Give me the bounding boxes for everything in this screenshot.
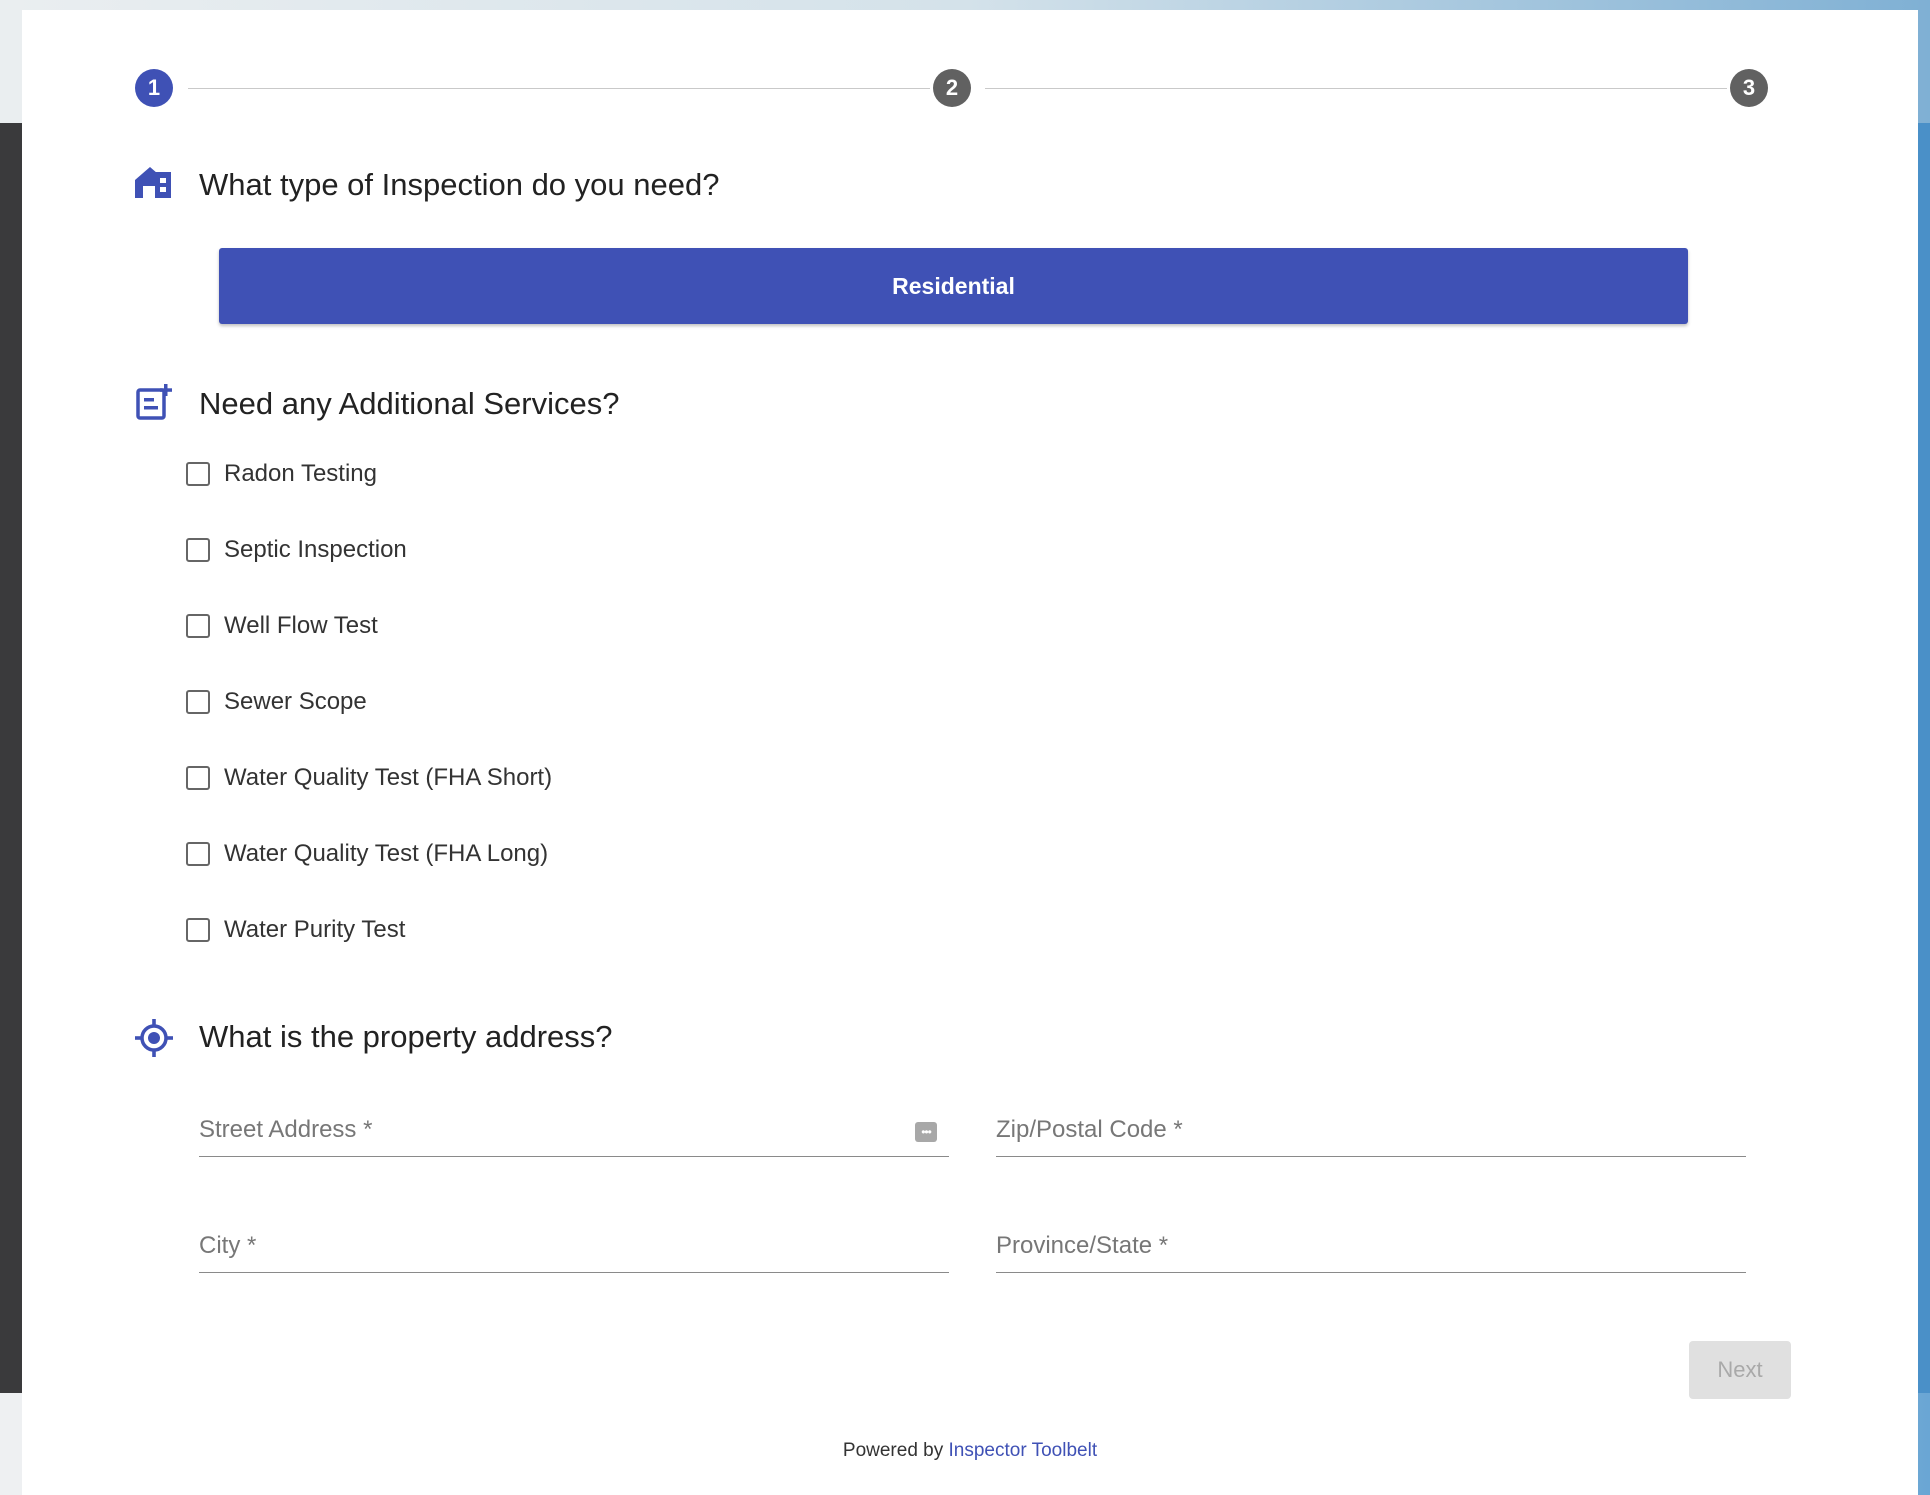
province-state-input[interactable]	[996, 1226, 1746, 1266]
footer-powered-by-text: Powered by	[842, 1440, 944, 1461]
service-option-label: Water Quality Test (FHA Long)	[224, 840, 549, 867]
checkbox[interactable]	[186, 690, 210, 714]
service-option-label: Water Quality Test (FHA Short)	[224, 764, 553, 791]
property-address-heading: What is the property address?	[199, 1019, 613, 1054]
service-option-label: Well Flow Test	[224, 612, 378, 639]
service-option-label: Water Purity Test	[224, 916, 406, 943]
inspector-toolbelt-link[interactable]: Inspector Toolbelt	[949, 1440, 1098, 1461]
service-option-sewer-scope[interactable]: Sewer Scope	[186, 682, 367, 722]
checkbox[interactable]	[186, 614, 210, 638]
street-address-input[interactable]	[199, 1110, 949, 1150]
booking-form-card: 1 2 3 What type of Inspection do you nee…	[22, 10, 1918, 1495]
step-3-indicator[interactable]: 3	[1730, 69, 1768, 107]
add-service-icon	[136, 384, 172, 420]
stepper-connector-1	[188, 88, 930, 89]
zip-postal-code-input[interactable]	[996, 1110, 1746, 1150]
checkbox[interactable]	[186, 766, 210, 790]
stepper-connector-2	[985, 88, 1727, 89]
additional-services-heading: Need any Additional Services?	[199, 386, 620, 421]
checkbox[interactable]	[186, 462, 210, 486]
inspection-type-heading: What type of Inspection do you need?	[199, 167, 720, 202]
residential-option-button[interactable]: Residential	[219, 248, 1688, 324]
service-option-well-flow-test[interactable]: Well Flow Test	[186, 606, 378, 646]
zip-postal-code-field	[996, 1097, 1746, 1157]
service-option-label: Septic Inspection	[224, 536, 407, 563]
step-2-number: 2	[945, 75, 959, 100]
service-option-label: Sewer Scope	[224, 688, 367, 715]
service-option-water-quality-fha-long[interactable]: Water Quality Test (FHA Long)	[186, 834, 548, 874]
step-2-indicator[interactable]: 2	[933, 69, 971, 107]
step-3-number: 3	[1742, 75, 1756, 100]
city-field	[199, 1213, 949, 1273]
page-background-left	[0, 123, 22, 1393]
province-state-field	[996, 1213, 1746, 1273]
autofill-icon[interactable]: •••	[915, 1122, 937, 1142]
service-option-septic-inspection[interactable]: Septic Inspection	[186, 530, 407, 570]
service-option-water-purity-test[interactable]: Water Purity Test	[186, 910, 405, 950]
service-option-label: Radon Testing	[224, 460, 377, 487]
location-target-icon	[135, 1019, 173, 1057]
checkbox[interactable]	[186, 842, 210, 866]
page-background-right	[1918, 123, 1930, 1393]
step-1-indicator[interactable]: 1	[135, 69, 173, 107]
footer: Powered by Inspector Toolbelt	[22, 1440, 1918, 1462]
street-address-field: •••	[199, 1097, 949, 1157]
checkbox[interactable]	[186, 918, 210, 942]
house-icon	[135, 167, 171, 198]
service-option-water-quality-fha-short[interactable]: Water Quality Test (FHA Short)	[186, 758, 552, 798]
next-button[interactable]: Next	[1689, 1341, 1791, 1399]
checkbox[interactable]	[186, 538, 210, 562]
step-1-number: 1	[147, 75, 161, 100]
city-input[interactable]	[199, 1226, 949, 1266]
service-option-radon-testing[interactable]: Radon Testing	[186, 454, 377, 494]
